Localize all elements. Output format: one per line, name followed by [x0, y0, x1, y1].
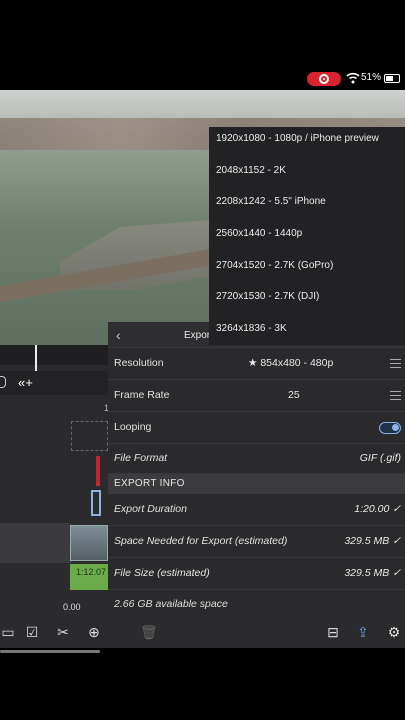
resolution-option[interactable]: 2048x1152 - 2K: [216, 165, 286, 176]
list-icon[interactable]: [390, 359, 401, 368]
file-size-value: 329.5 MB ✓: [344, 567, 401, 579]
frame-rate-value: 25: [288, 389, 300, 401]
looping-toggle[interactable]: [379, 422, 401, 434]
file-format-row[interactable]: File Format GIF (.gif): [108, 443, 405, 474]
split-icon[interactable]: [0, 376, 6, 388]
space-needed-row: Space Needed for Export (estimated) 329.…: [108, 526, 405, 558]
resolution-option[interactable]: 2704x1520 - 2.7K (GoPro): [216, 260, 333, 271]
looping-row: Looping: [108, 412, 405, 444]
resolution-option[interactable]: 3264x1836 - 3K: [216, 323, 287, 334]
resolution-label: Resolution: [114, 357, 164, 369]
export-panel-title: Expor: [184, 330, 211, 341]
timeline-toolbar: [0, 371, 108, 395]
resolution-option[interactable]: 2208x1242 - 5.5" iPhone: [216, 196, 326, 207]
wifi-icon: [346, 72, 360, 84]
file-size-row: File Size (estimated) 329.5 MB ✓: [108, 558, 405, 590]
playhead[interactable]: [35, 345, 37, 371]
add-marker-icon[interactable]: «+: [18, 375, 33, 390]
resolution-option[interactable]: 2720x1530 - 2.7K (DJI): [216, 291, 319, 302]
in-point-marker[interactable]: [96, 456, 100, 486]
file-size-label: File Size (estimated): [114, 567, 210, 579]
trash-icon[interactable]: 🗑: [140, 624, 158, 640]
file-format-value: GIF (.gif): [359, 452, 401, 464]
battery-percent: 51%: [361, 72, 382, 83]
space-needed-value: 329.5 MB ✓: [344, 535, 401, 547]
frame-rate-row[interactable]: Frame Rate 25: [108, 380, 405, 412]
gear-icon[interactable]: ⚙: [386, 624, 402, 640]
list-icon[interactable]: [390, 391, 401, 400]
frame-rate-label: Frame Rate: [114, 389, 170, 401]
timeline-scrollbar[interactable]: [0, 650, 100, 653]
export-duration-row: Export Duration 1:20.00 ✓: [108, 494, 405, 526]
resolution-option[interactable]: 1920x1080 - 1080p / iPhone preview: [216, 133, 379, 144]
time-readout: 0.00: [63, 602, 81, 612]
video-clip[interactable]: [70, 525, 108, 561]
resolution-value: ★ 854x480 - 480p: [248, 357, 334, 369]
space-needed-label: Space Needed for Export (estimated): [114, 535, 288, 547]
scissors-icon[interactable]: ✂: [55, 624, 71, 640]
export-info-header: EXPORT INFO: [108, 474, 405, 494]
audio-clip[interactable]: 1:12.07: [70, 564, 108, 590]
export-duration-label: Export Duration: [114, 503, 187, 515]
screen-recording-icon[interactable]: [307, 72, 341, 86]
clip-time: 1:12.07: [76, 567, 107, 577]
timeline-ruler[interactable]: [0, 345, 108, 365]
available-space-text: 2.66 GB available space: [114, 598, 228, 610]
battery-icon: [384, 74, 400, 83]
status-bar: [0, 70, 405, 90]
media-icon[interactable]: ▭: [0, 624, 16, 640]
share-icon[interactable]: ⇪: [355, 624, 371, 640]
empty-track-slot[interactable]: [71, 421, 108, 451]
file-format-label: File Format: [114, 452, 168, 464]
layout-icon[interactable]: ⊟: [325, 624, 341, 640]
add-icon[interactable]: ⊕: [86, 624, 102, 640]
select-icon[interactable]: ☑: [24, 624, 40, 640]
section-title: EXPORT INFO: [114, 478, 185, 489]
looping-label: Looping: [114, 421, 152, 433]
selection-marker[interactable]: [91, 490, 101, 516]
video-track[interactable]: [0, 523, 72, 563]
resolution-row[interactable]: Resolution ★ 854x480 - 480p: [108, 348, 405, 380]
resolution-option[interactable]: 2560x1440 - 1440p: [216, 228, 302, 239]
export-duration-value: 1:20.00 ✓: [354, 503, 401, 515]
back-chevron-icon[interactable]: ‹: [116, 327, 121, 343]
